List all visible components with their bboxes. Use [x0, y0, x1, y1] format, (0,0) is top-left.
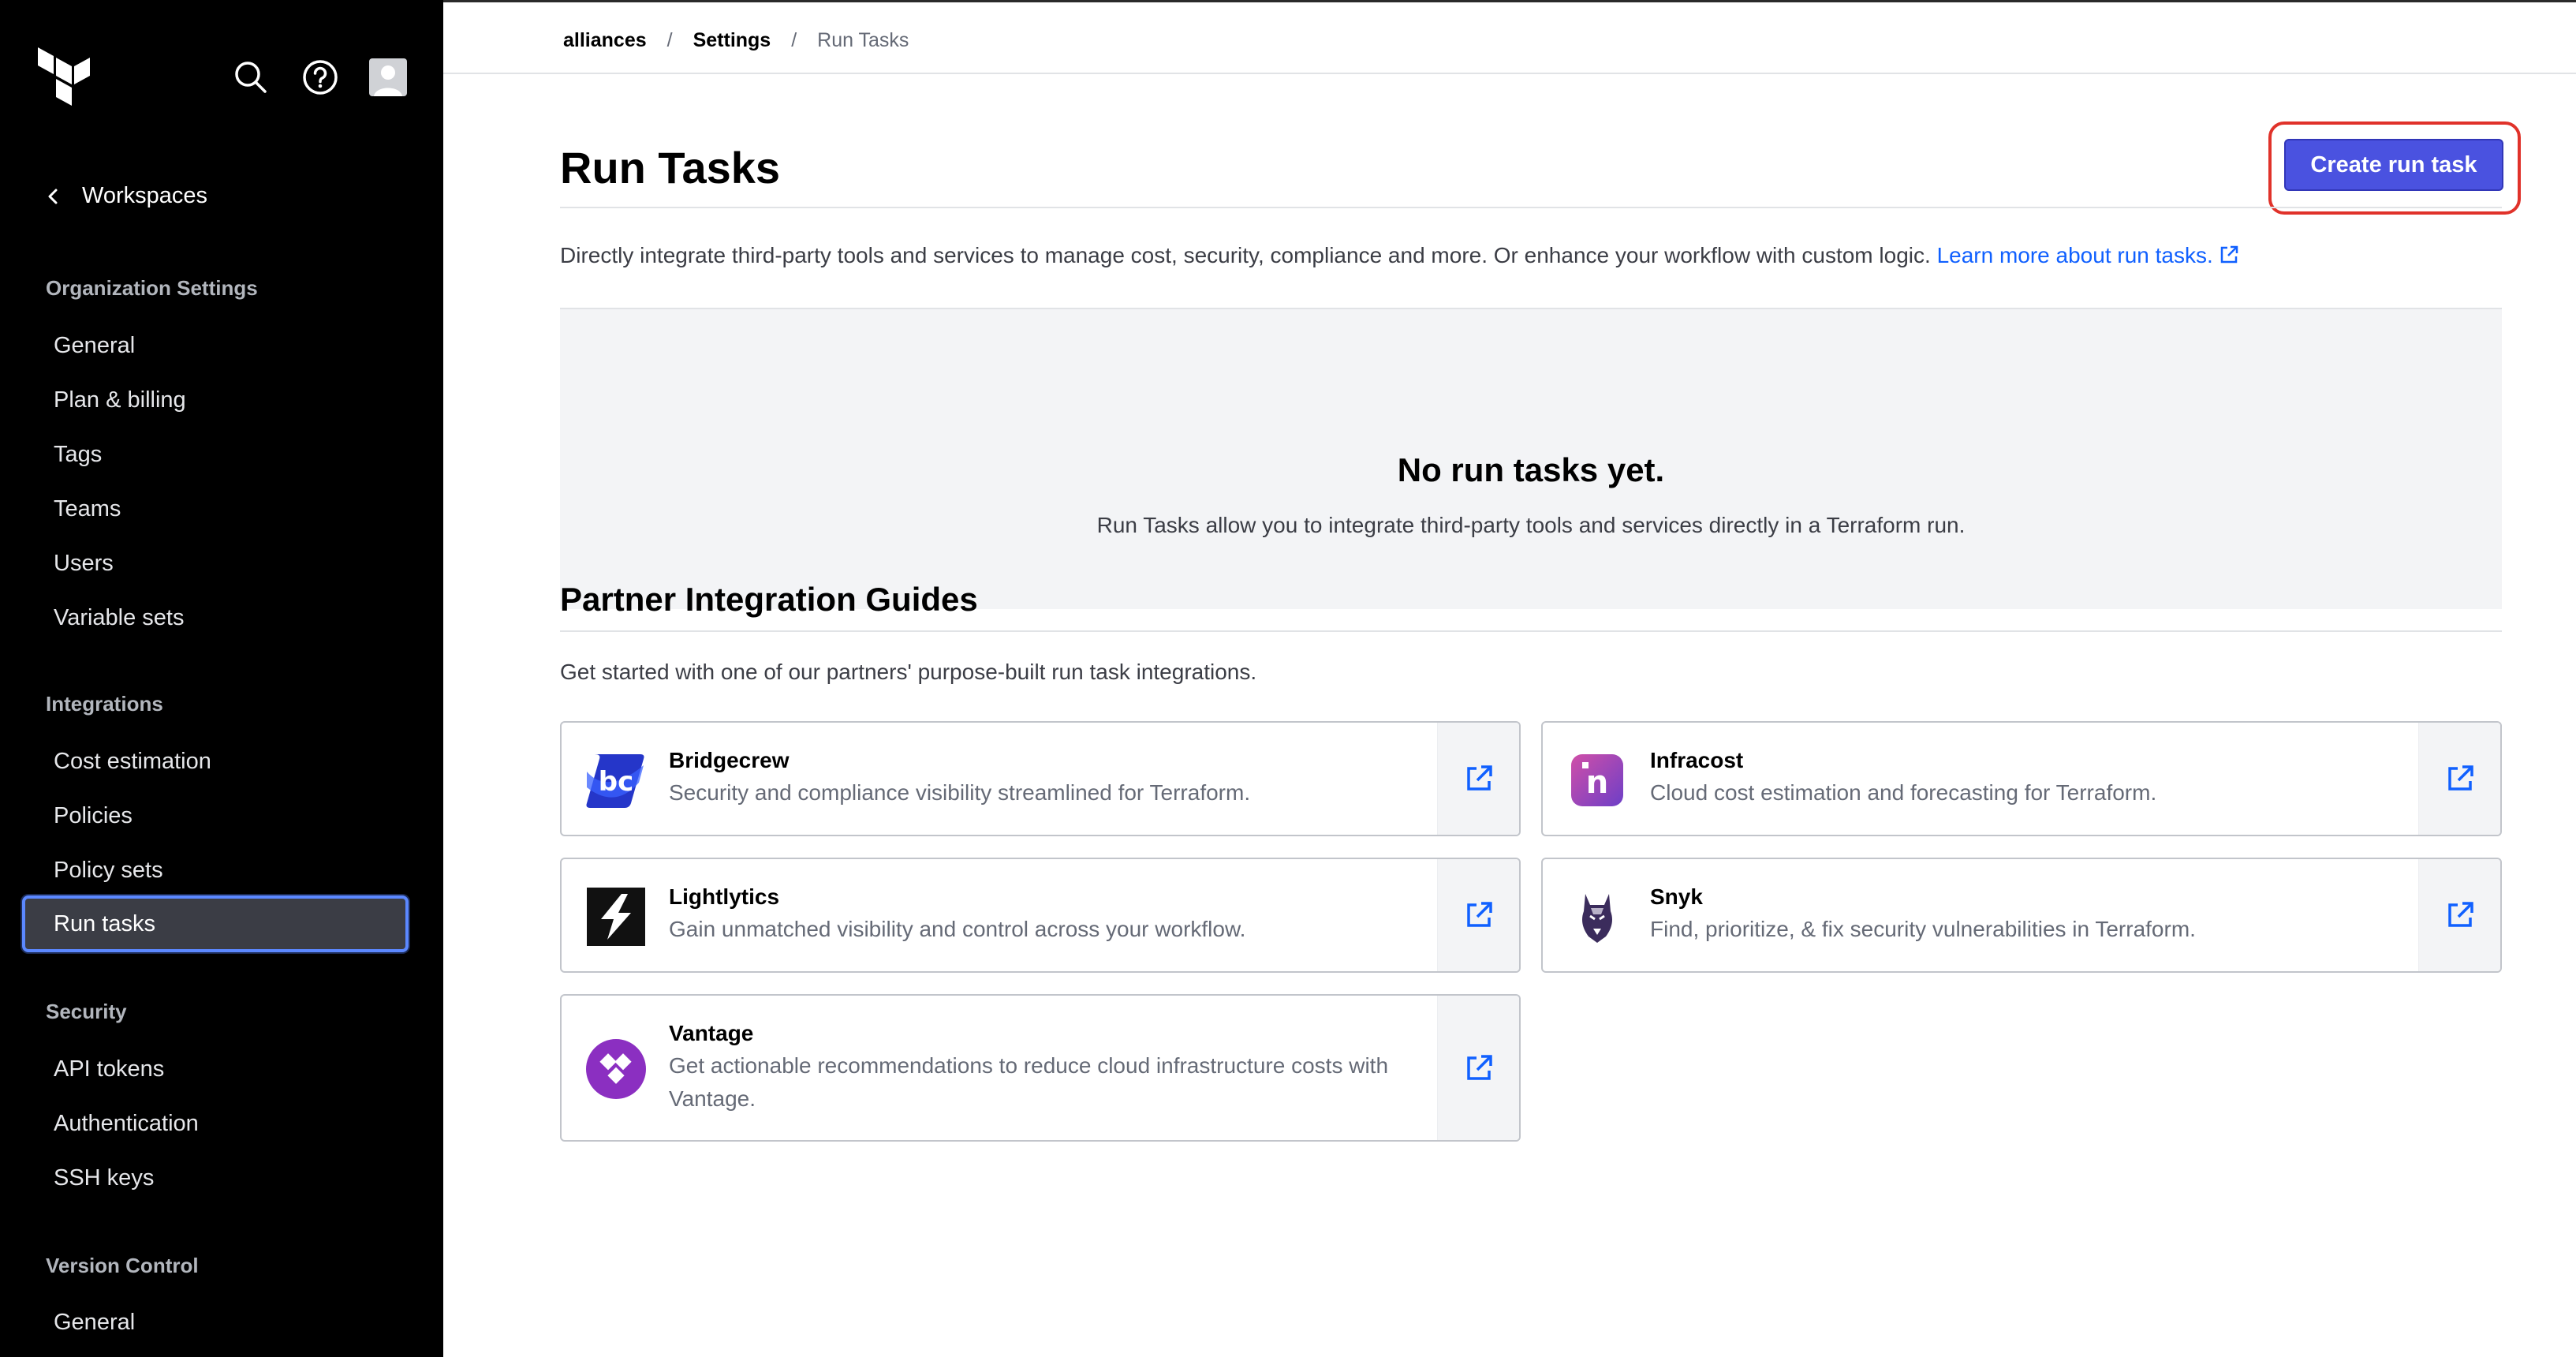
sidebar: Workspaces Organization Settings General…: [0, 0, 443, 1357]
bridgecrew-logo-icon: bc: [586, 754, 644, 808]
sidebar-item-policy-sets[interactable]: Policy sets: [22, 842, 409, 899]
top-bar: alliances / Settings / Run Tasks: [443, 0, 2576, 74]
snyk-logo-icon: [1582, 894, 1612, 943]
external-link-icon: [2447, 765, 2473, 791]
partner-guides-description: Get started with one of our partners' pu…: [560, 660, 1257, 684]
vantage-logo-icon: [586, 1039, 646, 1099]
breadcrumb: alliances / Settings / Run Tasks: [563, 29, 909, 52]
external-link-icon: [2220, 245, 2238, 264]
partner-name: Vantage: [669, 1021, 754, 1045]
partner-card-vantage[interactable]: Vantage Get actionable recommendations t…: [560, 994, 1521, 1142]
external-link-icon: [1466, 1054, 1492, 1080]
sidebar-item-cost-estimation[interactable]: Cost estimation: [22, 733, 409, 790]
intro-text: Directly integrate third-party tools and…: [560, 243, 2240, 268]
main-content: Run Tasks Create run task Directly integ…: [443, 74, 2576, 1357]
empty-state-description: Run Tasks allow you to integrate third-p…: [1096, 513, 1966, 537]
lightlytics-logo-icon: [587, 888, 645, 946]
sidebar-item-plan-billing[interactable]: Plan & billing: [22, 372, 409, 428]
partner-card-snyk[interactable]: Snyk Find, prioritize, & fix security vu…: [1541, 858, 2502, 973]
sidebar-item-policies[interactable]: Policies: [22, 787, 409, 844]
title-divider: [560, 207, 2502, 208]
external-link-icon: [1466, 902, 1492, 927]
learn-more-label: Learn more about run tasks.: [1936, 243, 2213, 267]
page-title: Run Tasks: [560, 143, 781, 193]
open-external-button[interactable]: [1437, 859, 1519, 971]
sidebar-item-tags[interactable]: Tags: [22, 426, 409, 483]
breadcrumb-settings[interactable]: Settings: [693, 29, 771, 52]
sidebar-item-teams[interactable]: Teams: [22, 480, 409, 537]
partner-guides-divider: [560, 630, 2502, 632]
partner-description: Gain unmatched visibility and control ac…: [669, 917, 1246, 941]
sidebar-item-users[interactable]: Users: [22, 535, 409, 592]
intro-description: Directly integrate third-party tools and…: [560, 243, 1931, 267]
nav-heading-version-control: Version Control: [46, 1254, 199, 1277]
external-link-icon: [1466, 765, 1492, 791]
partner-name: Infracost: [1650, 748, 1744, 772]
empty-state-title: No run tasks yet.: [1397, 451, 1665, 488]
partner-description: Security and compliance visibility strea…: [669, 780, 1251, 805]
partner-name: Lightlytics: [669, 884, 780, 909]
sidebar-item-general[interactable]: General: [22, 317, 409, 374]
sidebar-item-ssh-keys[interactable]: SSH keys: [22, 1150, 409, 1206]
partner-card-infracost[interactable]: n Infracost Cloud cost estimation and fo…: [1541, 721, 2502, 836]
svg-text:bc: bc: [599, 766, 634, 798]
partner-description: Get actionable recommendations to reduce…: [669, 1053, 1389, 1111]
partner-guides-title: Partner Integration Guides: [560, 581, 978, 618]
sidebar-item-api-tokens[interactable]: API tokens: [22, 1041, 409, 1097]
external-link-icon: [2447, 902, 2473, 927]
nav-heading-organization-settings: Organization Settings: [46, 276, 258, 300]
chevron-left-icon: [48, 189, 58, 204]
infracost-logo-icon: n: [1571, 754, 1623, 806]
partner-description: Find, prioritize, & fix security vulnera…: [1650, 917, 2196, 941]
partner-description: Cloud cost estimation and forecasting fo…: [1650, 780, 2157, 805]
open-external-button[interactable]: [1437, 996, 1519, 1140]
breadcrumb-org[interactable]: alliances: [563, 29, 647, 52]
breadcrumb-separator: /: [791, 29, 797, 51]
learn-more-link[interactable]: Learn more about run tasks.: [1937, 243, 2240, 267]
partner-card-lightlytics[interactable]: Lightlytics Gain unmatched visibility an…: [560, 858, 1521, 973]
back-to-workspaces-link[interactable]: Workspaces: [44, 183, 207, 209]
back-link-label: Workspaces: [82, 183, 208, 208]
sidebar-item-run-tasks[interactable]: Run tasks: [22, 895, 409, 952]
sidebar-item-vcs-general[interactable]: General: [22, 1294, 409, 1351]
create-run-task-button[interactable]: Create run task: [2284, 139, 2503, 191]
breadcrumb-separator: /: [666, 29, 673, 51]
nav-heading-integrations: Integrations: [46, 692, 163, 716]
breadcrumb-current: Run Tasks: [817, 29, 909, 51]
partner-name: Snyk: [1650, 884, 1703, 909]
open-external-button[interactable]: [2418, 859, 2500, 971]
help-icon[interactable]: [300, 57, 341, 98]
open-external-button[interactable]: [1437, 723, 1519, 835]
terraform-logo-icon[interactable]: [38, 47, 90, 107]
svg-text:n: n: [1586, 764, 1608, 801]
search-icon[interactable]: [230, 57, 271, 98]
partner-name: Bridgecrew: [669, 748, 790, 772]
sidebar-item-authentication[interactable]: Authentication: [22, 1095, 409, 1152]
sidebar-item-variable-sets[interactable]: Variable sets: [22, 589, 409, 646]
user-avatar-icon[interactable]: [369, 58, 407, 96]
nav-heading-security: Security: [46, 1000, 127, 1023]
open-external-button[interactable]: [2418, 723, 2500, 835]
empty-state: No run tasks yet. Run Tasks allow you to…: [560, 309, 2502, 609]
partner-card-bridgecrew[interactable]: bc Bridgecrew Security and compliance vi…: [560, 721, 1521, 836]
